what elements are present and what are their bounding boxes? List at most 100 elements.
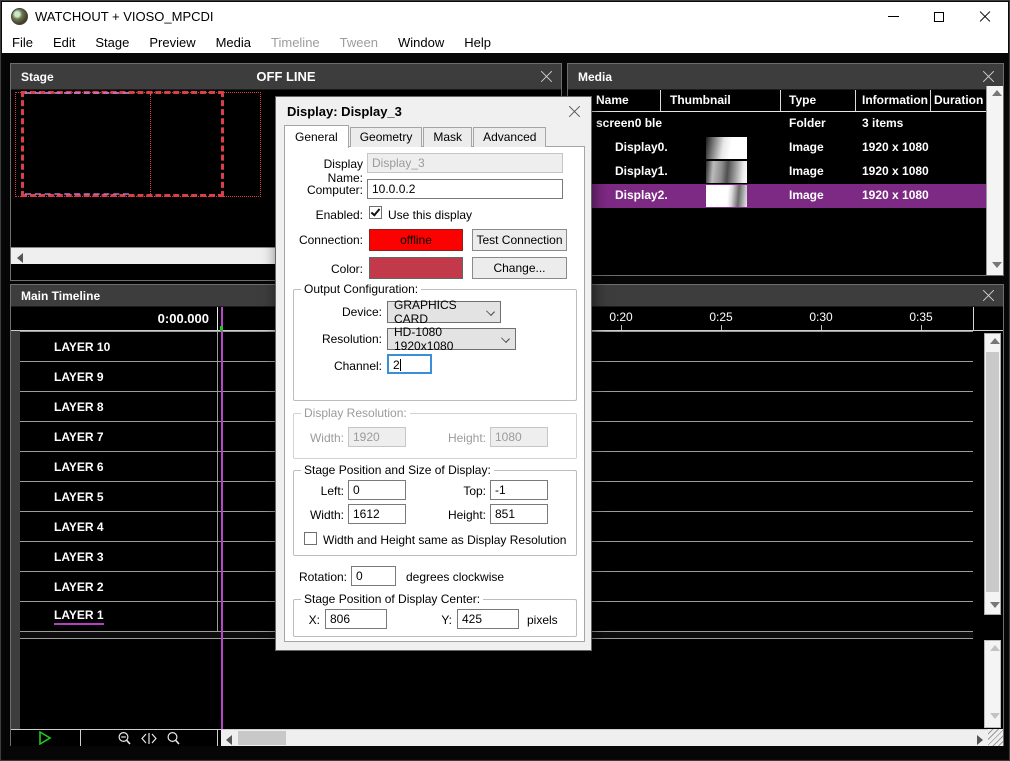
media-info: 1920 x 1080 xyxy=(862,140,929,154)
column-header-thumbnail[interactable]: Thumbnail xyxy=(670,93,731,107)
tab-geometry[interactable]: Geometry xyxy=(350,127,423,147)
resolution-dropdown[interactable]: HD-1080 1920x1080 xyxy=(387,328,516,350)
scrollbar-thumb[interactable] xyxy=(986,352,999,592)
menu-help[interactable]: Help xyxy=(454,35,501,50)
column-header-type[interactable]: Type xyxy=(789,93,816,107)
app-icon xyxy=(11,8,28,25)
layer-label[interactable]: LAYER 6 xyxy=(54,460,104,474)
scroll-left-icon[interactable] xyxy=(17,253,23,263)
display-outline-selected[interactable] xyxy=(21,91,224,197)
tab-mask[interactable]: Mask xyxy=(423,127,472,147)
left-field[interactable]: 0 xyxy=(348,480,406,500)
channel-field[interactable]: 2 xyxy=(387,354,432,374)
layer-label[interactable]: LAYER 2 xyxy=(54,580,104,594)
stage-close-icon[interactable] xyxy=(540,70,553,83)
tab-general[interactable]: General xyxy=(284,125,349,148)
minimize-button[interactable] xyxy=(870,2,916,31)
device-dropdown[interactable]: GRAPHICS CARD xyxy=(387,301,501,323)
layer-expand-icon[interactable] xyxy=(36,402,44,412)
media-row-folder[interactable]: screen0 ble Folder 3 items xyxy=(568,112,1003,136)
scroll-right-icon[interactable] xyxy=(977,735,983,745)
layer-label[interactable]: LAYER 10 xyxy=(54,340,110,354)
media-row[interactable]: Display0. Image 1920 x 1080 xyxy=(568,136,1003,160)
timeline-close-icon[interactable] xyxy=(982,289,995,302)
layer-expand-icon[interactable] xyxy=(36,462,44,472)
column-header-duration[interactable]: Duration xyxy=(934,93,984,107)
menu-stage[interactable]: Stage xyxy=(85,35,139,50)
stage-width-field[interactable]: 1612 xyxy=(348,504,406,524)
scroll-down-icon[interactable] xyxy=(992,262,1002,268)
layer-expand-icon[interactable] xyxy=(36,432,44,442)
zoom-fit-icon[interactable] xyxy=(141,732,157,745)
layer-label[interactable]: LAYER 8 xyxy=(54,400,104,414)
change-color-button[interactable]: Change... xyxy=(472,257,567,279)
dialog-close-icon[interactable] xyxy=(568,105,581,118)
ruler-tick-label: 0:20 xyxy=(609,310,632,324)
same-as-resolution-checkbox[interactable] xyxy=(304,532,317,545)
layer-expand-icon[interactable] xyxy=(36,492,44,502)
layer-expand-icon[interactable] xyxy=(36,372,44,382)
media-vertical-scrollbar[interactable] xyxy=(986,86,1003,275)
scroll-left-icon[interactable] xyxy=(226,735,232,745)
column-header-information[interactable]: Information xyxy=(862,93,928,107)
zoom-out-icon[interactable] xyxy=(117,731,132,746)
display-color-swatch[interactable] xyxy=(369,257,463,279)
stage-panel-titlebar[interactable]: Stage OFF LINE xyxy=(11,64,561,90)
layer-label[interactable]: LAYER 4 xyxy=(54,520,104,534)
menu-preview[interactable]: Preview xyxy=(139,35,205,50)
layer-expand-icon[interactable] xyxy=(36,612,44,622)
layer-label[interactable]: LAYER 1 xyxy=(54,608,104,625)
media-close-icon[interactable] xyxy=(982,70,995,83)
layer-expand-icon[interactable] xyxy=(36,522,44,532)
resize-grip[interactable] xyxy=(988,729,1003,746)
menu-window[interactable]: Window xyxy=(388,35,454,50)
close-button[interactable] xyxy=(962,2,1008,31)
layer-label[interactable]: LAYER 3 xyxy=(54,550,104,564)
zoom-in-icon[interactable] xyxy=(166,731,181,746)
layer-label[interactable]: LAYER 5 xyxy=(54,490,104,504)
dialog-titlebar[interactable]: Display: Display_3 xyxy=(276,97,591,125)
timeline-horizontal-scrollbar[interactable] xyxy=(221,730,988,746)
tab-advanced[interactable]: Advanced xyxy=(473,127,546,147)
scroll-up-icon[interactable] xyxy=(990,645,1000,651)
layer-label[interactable]: LAYER 7 xyxy=(54,430,104,444)
scroll-up-icon[interactable] xyxy=(990,338,1000,344)
lower-pane-scrollbar[interactable] xyxy=(984,640,1001,728)
y-label: Y: xyxy=(436,613,452,627)
use-display-checkbox[interactable] xyxy=(369,206,382,219)
layer-expand-icon[interactable] xyxy=(36,552,44,562)
scrollbar-thumb[interactable] xyxy=(238,731,286,745)
layer-expand-icon[interactable] xyxy=(36,342,44,352)
playhead-line[interactable] xyxy=(221,307,223,729)
scroll-up-icon[interactable] xyxy=(992,90,1002,96)
media-row-selected[interactable]: Display2. Image 1920 x 1080 xyxy=(568,184,1003,208)
stage-height-field[interactable]: 851 xyxy=(490,504,548,524)
center-suffix: pixels xyxy=(527,613,558,627)
timeline-lower-pane[interactable] xyxy=(20,639,973,729)
timeline-vertical-scrollbar[interactable] xyxy=(984,333,1001,615)
use-display-checkbox-label[interactable]: Use this display xyxy=(388,208,472,222)
computer-field[interactable]: 10.0.0.2 xyxy=(367,179,563,199)
menu-file[interactable]: File xyxy=(2,35,43,50)
rotation-field[interactable]: 0 xyxy=(351,566,396,586)
media-name: Display0. xyxy=(615,140,668,154)
same-as-resolution-label[interactable]: Width and Height same as Display Resolut… xyxy=(323,533,566,547)
layer-label[interactable]: LAYER 9 xyxy=(54,370,104,384)
maximize-button[interactable] xyxy=(916,2,962,31)
play-button[interactable] xyxy=(11,730,81,746)
output-configuration-group: Output Configuration: Device: GRAPHICS C… xyxy=(293,289,577,401)
ruler-tick-label: 0:25 xyxy=(709,310,732,324)
top-field[interactable]: -1 xyxy=(490,480,548,500)
media-panel: Media Name Thumbnail Type Information Du… xyxy=(567,63,1004,276)
scroll-down-icon[interactable] xyxy=(990,713,1000,719)
menu-media[interactable]: Media xyxy=(206,35,261,50)
media-panel-titlebar[interactable]: Media xyxy=(568,64,1003,90)
center-x-field[interactable]: 806 xyxy=(325,609,387,629)
media-row[interactable]: Display1. Image 1920 x 1080 xyxy=(568,160,1003,184)
center-y-field[interactable]: 425 xyxy=(457,609,519,629)
menu-edit[interactable]: Edit xyxy=(43,35,85,50)
test-connection-button[interactable]: Test Connection xyxy=(472,229,567,251)
scroll-down-icon[interactable] xyxy=(990,602,1000,608)
layer-expand-icon[interactable] xyxy=(36,582,44,592)
column-header-name[interactable]: Name xyxy=(596,93,629,107)
